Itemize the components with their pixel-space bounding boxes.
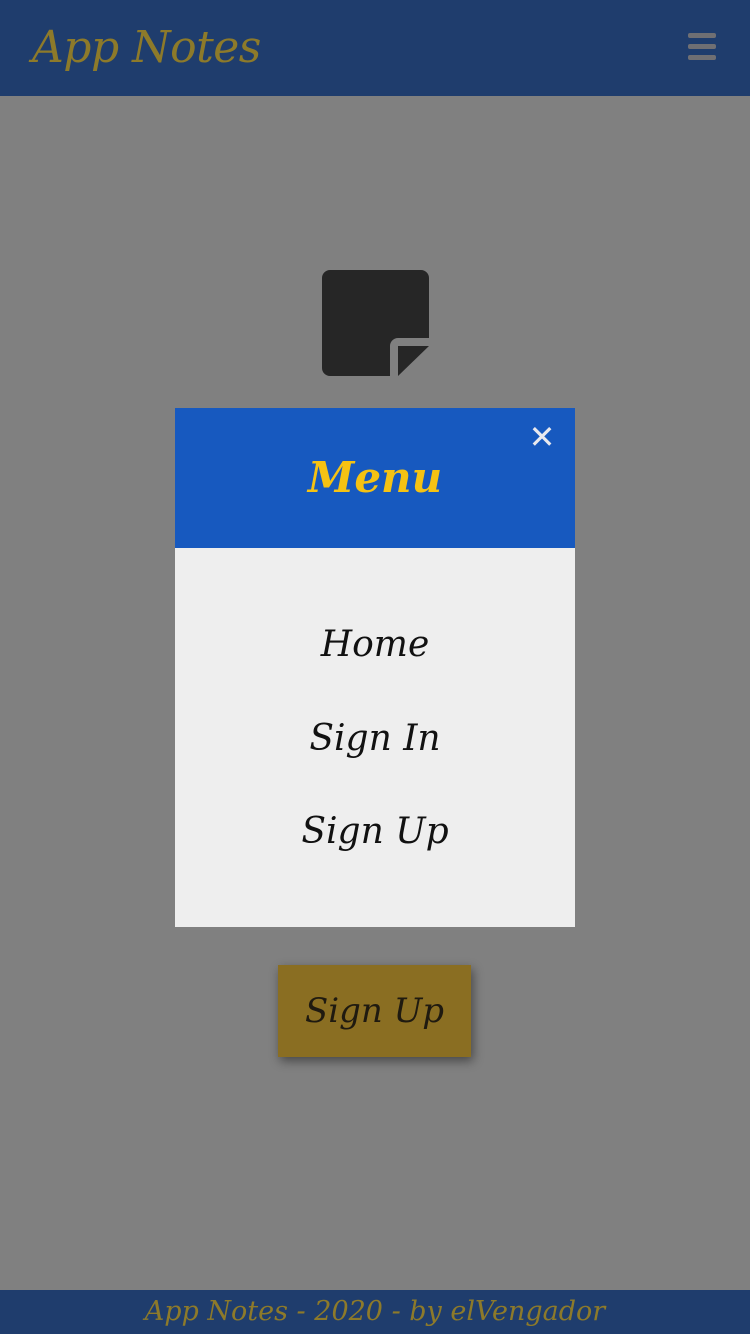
menu-modal: ✕ Menu Home Sign In Sign Up [175,408,575,927]
brand-title[interactable]: App Notes [32,18,261,78]
hamburger-icon[interactable] [688,33,720,63]
menu-item-sign-up[interactable]: Sign Up [175,807,575,857]
signup-button[interactable]: Sign Up [278,965,471,1057]
menu-item-sign-in[interactable]: Sign In [175,714,575,764]
app-header: App Notes [0,0,750,96]
sticky-note-icon [322,270,429,376]
close-icon[interactable]: ✕ [527,421,557,453]
modal-header: ✕ Menu [175,408,575,548]
menu-item-home[interactable]: Home [175,620,575,670]
footer-text: App Notes - 2020 - by elVengador [0,1290,750,1334]
modal-title: Menu [307,453,443,502]
